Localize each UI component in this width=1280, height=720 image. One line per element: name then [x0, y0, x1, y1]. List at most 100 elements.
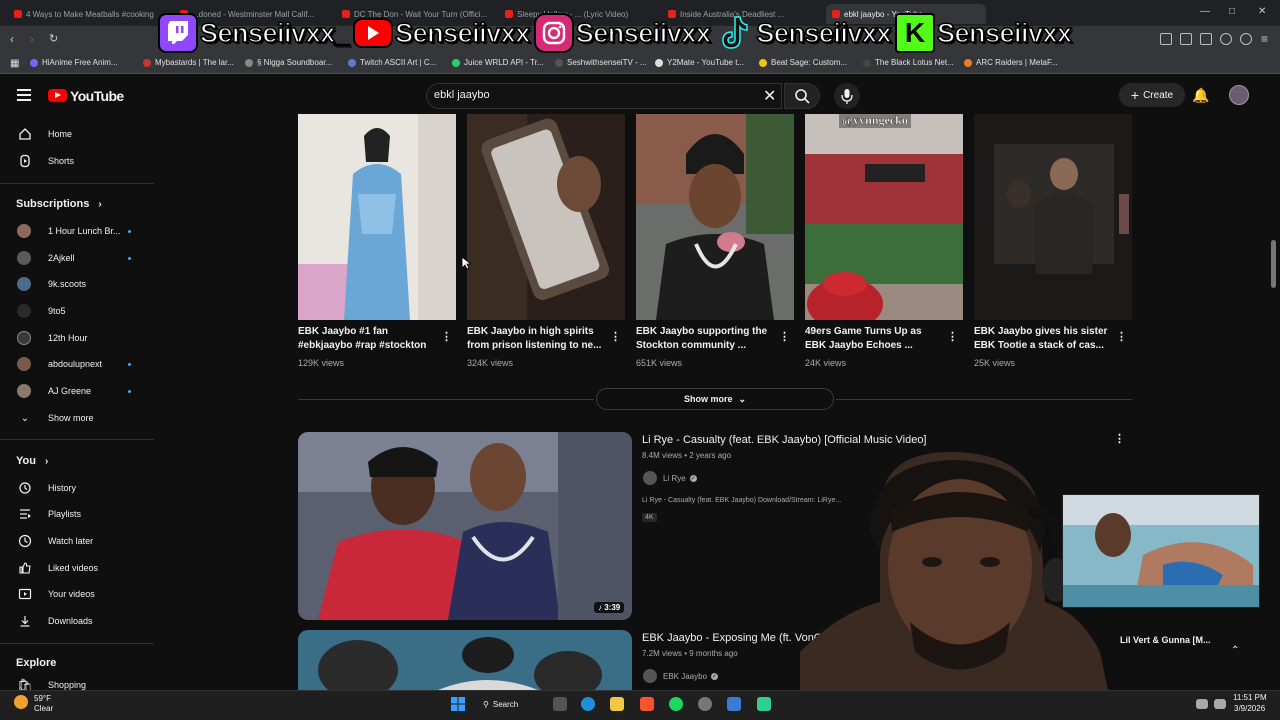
sidebar-item-subscription[interactable]: abdoulupnext [0, 351, 150, 377]
menu-icon[interactable]: ≡ [1261, 32, 1268, 46]
chevron-up-icon[interactable]: ⌃ [1231, 645, 1239, 656]
sidebar-item-playlists[interactable]: Playlists [0, 501, 150, 527]
file-explorer-icon[interactable] [610, 697, 624, 711]
forward-icon[interactable]: › [30, 32, 34, 46]
short-thumbnail[interactable] [298, 114, 456, 320]
reload-icon[interactable]: ↻ [49, 32, 58, 45]
bookmark[interactable]: Beat Sage: Custom... [759, 58, 847, 67]
sidebar-item-history[interactable]: History [0, 475, 150, 501]
sidebar-item-your-videos[interactable]: Your videos [0, 581, 150, 607]
short-thumbnail[interactable] [636, 114, 794, 320]
channel-name[interactable]: EBK Jaaybo ✓ [663, 672, 719, 681]
sidebar-icon[interactable] [1180, 33, 1192, 45]
youtube-logo-icon[interactable] [48, 89, 67, 102]
video-thumbnail[interactable]: ♪ 3:39 [298, 432, 632, 620]
notifications-bell-icon[interactable]: 🔔 [1192, 87, 1209, 104]
bookmark[interactable]: Twitch ASCII Art | C... [348, 58, 436, 67]
sidebar-item-subscription[interactable]: 1 Hour Lunch Br... [0, 218, 150, 244]
shield-icon[interactable] [1220, 33, 1232, 45]
create-button[interactable]: + Create [1119, 83, 1185, 107]
bookmark[interactable]: Juice WRLD API - Tr... [452, 58, 544, 67]
bookmark[interactable]: ARC Raiders | MetaF... [964, 58, 1058, 67]
clock-date[interactable]: 3/9/2026 [1234, 704, 1265, 713]
channel-avatar[interactable] [643, 471, 657, 485]
youtube-logo-text[interactable]: YouTube [70, 88, 124, 104]
weather-icon[interactable] [14, 695, 28, 709]
taskbar-search[interactable]: ⚲ Search [483, 696, 518, 712]
sidebar-show-more[interactable]: ⌄ Show more [0, 405, 150, 431]
sidebar-item-liked-videos[interactable]: Liked videos [0, 555, 150, 581]
short-thumbnail[interactable] [974, 114, 1132, 320]
sidebar-item-subscription[interactable]: 12th Hour [0, 325, 150, 351]
short-title[interactable]: 49ers Game Turns Up as EBK Jaaybo Echoes… [805, 325, 945, 353]
task-view-icon[interactable] [553, 697, 567, 711]
account-avatar[interactable] [1229, 85, 1249, 105]
windows-start-icon[interactable] [451, 697, 465, 716]
pip-video-title[interactable]: Lil Vert & Gunna [M... [1120, 635, 1211, 645]
back-icon[interactable]: ‹ [10, 32, 14, 46]
bookmark[interactable]: HiAnime Free Anim... [30, 58, 118, 67]
app-icon[interactable] [727, 697, 741, 711]
more-actions-icon[interactable]: ⋮ [441, 330, 452, 343]
more-actions-icon[interactable]: ⋮ [1116, 330, 1127, 343]
spotify-icon[interactable] [669, 697, 683, 711]
you-header[interactable]: You › [16, 455, 48, 467]
app-icon[interactable] [757, 697, 771, 711]
sidebar-item-subscription[interactable]: 9to5 [0, 298, 150, 324]
more-actions-icon[interactable]: ⋮ [947, 330, 958, 343]
vpn-icon[interactable] [1240, 33, 1252, 45]
subscriptions-header[interactable]: Subscriptions › [16, 198, 102, 210]
sidebar-item-subscription[interactable]: 2Ajkell [0, 245, 150, 271]
wallet-icon[interactable] [1200, 33, 1212, 45]
search-button[interactable] [784, 83, 820, 109]
short-title[interactable]: EBK Jaaybo in high spirits from prison l… [467, 325, 607, 353]
apps-icon[interactable]: ▦ [10, 58, 19, 69]
minimize-icon[interactable]: — [1200, 6, 1210, 17]
short-title[interactable]: EBK Jaaybo gives his sister EBK Tootie a… [974, 325, 1114, 353]
channel-avatar[interactable] [643, 669, 657, 683]
sidebar-item-label: Your videos [48, 589, 95, 599]
extension-icon[interactable] [1160, 33, 1172, 45]
bookmark[interactable]: Y2Mate - YouTube t... [655, 58, 744, 67]
sidebar-item-subscription[interactable]: 9k.scoots [0, 271, 150, 297]
short-title[interactable]: EBK Jaaybo supporting the Stockton commu… [636, 325, 776, 353]
more-actions-icon[interactable]: ⋮ [779, 330, 790, 343]
short-thumbnail[interactable] [467, 114, 625, 320]
bookmark[interactable]: SeshwithsenseiTV - ... [555, 58, 647, 67]
weather-temperature[interactable]: 59°F [34, 694, 51, 703]
scrollbar-thumb[interactable] [1271, 240, 1276, 288]
video-title[interactable]: Li Rye - Casualty (feat. EBK Jaaybo) [Of… [642, 434, 927, 446]
hamburger-menu-icon[interactable] [17, 89, 31, 104]
maximize-icon[interactable]: □ [1229, 6, 1235, 17]
bookmark-favicon-icon [655, 58, 663, 67]
sidebar-item-subscription[interactable]: AJ Greene [0, 378, 150, 404]
browser-tab[interactable]: 4 Ways to Make Meatballs #cooking [14, 4, 162, 24]
network-icon[interactable] [1196, 699, 1208, 709]
bookmark[interactable]: § Nigga Soundboar... [245, 58, 332, 67]
clear-search-icon[interactable]: ✕ [763, 86, 776, 106]
more-actions-icon[interactable]: ⋮ [1114, 432, 1125, 445]
channel-name[interactable]: Li Rye ✓ [663, 474, 697, 483]
picture-in-picture-video[interactable] [1062, 494, 1260, 608]
search-input-value[interactable]: ebkl jaaybo [434, 89, 490, 101]
volume-icon[interactable] [1214, 699, 1226, 709]
edge-icon[interactable] [581, 697, 595, 711]
close-window-icon[interactable]: ✕ [1258, 6, 1266, 17]
brave-icon[interactable] [640, 697, 654, 711]
shorts-show-more-button[interactable]: Show more ⌄ [596, 388, 834, 410]
more-actions-icon[interactable]: ⋮ [610, 330, 621, 343]
voice-search-button[interactable] [834, 83, 860, 109]
short-thumbnail[interactable]: @yvnngecko [805, 114, 963, 320]
app-icon[interactable] [698, 697, 712, 711]
video-thumbnail[interactable] [298, 630, 632, 690]
short-title[interactable]: EBK Jaaybo #1 fan #ebkjaaybo #rap #stock… [298, 325, 438, 353]
sidebar-item-shorts[interactable]: Shorts [0, 148, 150, 174]
sidebar-item-watch-later[interactable]: Watch later [0, 528, 150, 554]
bookmark[interactable]: Mybastards | The lar... [143, 58, 234, 67]
sidebar-item-downloads[interactable]: Downloads [0, 608, 150, 634]
weather-condition[interactable]: Clear [34, 704, 53, 713]
sidebar-item-shopping[interactable]: 🛍 Shopping [0, 676, 150, 690]
bookmark[interactable]: The Black Lotus Net... [863, 58, 954, 67]
sidebar-item-home[interactable]: Home [0, 121, 150, 147]
clock-time[interactable]: 11:51 PM [1233, 693, 1267, 702]
